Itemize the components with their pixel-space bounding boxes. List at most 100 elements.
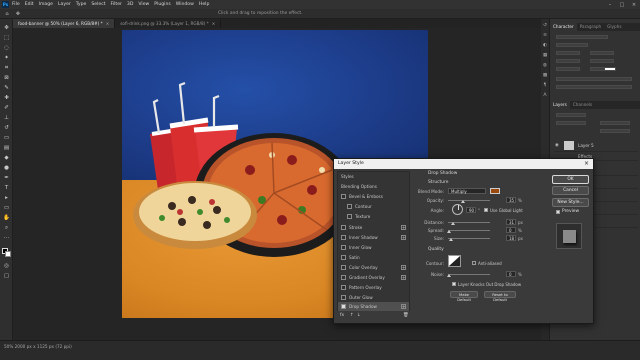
style-color-overlay[interactable]: Color Overlay + [338,263,409,272]
frame-tool-icon[interactable]: ⊠ [3,75,10,82]
tab-channels[interactable]: Channels [570,101,595,109]
healing-tool-icon[interactable]: ✚ [3,95,10,102]
shape-tool-icon[interactable]: ▭ [3,205,10,212]
history-icon[interactable]: ↺ [542,23,548,29]
checkbox[interactable] [341,225,346,230]
maximize-icon[interactable]: □ [616,0,628,9]
marquee-tool-icon[interactable]: ⬚ [3,35,10,42]
style-stroke[interactable]: Stroke + [338,223,409,232]
checkbox[interactable] [341,235,346,240]
close-icon[interactable]: × [212,21,216,26]
menu-image[interactable]: Image [39,2,53,7]
quick-mask-icon[interactable]: ◎ [3,263,10,270]
magic-wand-tool-icon[interactable]: ✦ [3,55,10,62]
pen-tool-icon[interactable]: ✒ [3,175,10,182]
eye-icon[interactable]: ◉ [555,143,559,148]
ok-button[interactable]: OK [552,175,589,184]
leading-field[interactable] [590,51,614,55]
libraries-icon[interactable]: ▦ [542,53,548,59]
style-texture[interactable]: Texture [338,212,409,221]
blending-options-item[interactable]: Blending Options [338,182,409,191]
layer-filter-field[interactable] [556,113,586,117]
angle-dial[interactable] [452,204,463,215]
spread-input[interactable]: 0 [506,227,516,233]
distance-slider-knob[interactable] [451,222,455,225]
home-icon[interactable]: ⌂ [3,11,11,17]
add-icon[interactable]: + [401,304,406,309]
add-icon[interactable]: + [401,265,406,270]
style-bevel-emboss[interactable]: Bevel & Emboss [338,192,409,201]
background-color-swatch[interactable] [5,251,11,257]
layer-row[interactable]: ◉ Layer 5 [554,139,638,152]
brush-tool-icon[interactable]: ✐ [3,105,10,112]
noise-slider-knob[interactable] [447,274,451,277]
opacity-slider[interactable] [448,200,490,201]
properties-icon[interactable]: ≡ [542,33,548,39]
tab-glyphs[interactable]: Glyphs [604,23,624,31]
character-icon[interactable]: A [542,93,548,99]
contour-preview[interactable] [448,255,461,267]
menu-view[interactable]: View [138,2,149,7]
menu-window[interactable]: Window [176,2,194,7]
menu-file[interactable]: File [12,2,20,7]
blend-mode-field[interactable] [556,121,586,125]
menu-type[interactable]: Type [76,2,87,7]
styles-header[interactable]: Styles [338,172,409,181]
close-icon[interactable]: × [106,21,110,26]
tracking-field[interactable] [590,59,614,63]
add-icon[interactable]: + [401,275,406,280]
text-color-swatch[interactable] [604,67,616,71]
move-tool-icon[interactable]: ✥ [3,25,10,32]
menu-edit[interactable]: Edit [25,2,34,7]
add-icon[interactable]: + [401,225,406,230]
new-style-button[interactable]: New Style... [552,198,589,207]
checkbox[interactable] [341,275,346,280]
gradient-tool-icon[interactable]: ▤ [3,145,10,152]
make-default-button[interactable]: Make Default [450,291,478,302]
minimize-icon[interactable]: – [604,0,616,9]
blend-mode-select[interactable]: Multiply [448,188,486,194]
menu-plugins[interactable]: Plugins [154,2,170,7]
checkbox[interactable] [341,194,346,199]
zoom-tool-icon[interactable]: ⌕ [3,225,10,232]
global-light-checkbox[interactable] [484,208,488,212]
style-drop-shadow[interactable]: Drop Shadow + [338,302,409,311]
checkbox[interactable] [341,255,346,260]
move-down-icon[interactable]: ↓ [357,313,361,318]
add-icon[interactable]: + [401,235,406,240]
reset-default-button[interactable]: Reset to Default [484,291,516,302]
spread-slider[interactable] [448,230,490,231]
type-style-buttons[interactable] [556,77,632,81]
screen-mode-icon[interactable]: ▢ [3,273,10,280]
style-outer-glow[interactable]: Outer Glow [338,293,409,302]
checkbox[interactable] [341,285,346,290]
menu-select[interactable]: Select [91,2,105,7]
style-gradient-overlay[interactable]: Gradient Overlay + [338,273,409,282]
fx-icon[interactable]: fx [340,313,344,318]
distance-input[interactable]: 31 [506,219,516,225]
tab-sofi-drink[interactable]: sofi-drink.png @ 33.3% (Layer 1, RGB/8) … [115,19,222,28]
noise-slider[interactable] [448,274,490,275]
checkbox[interactable] [341,295,346,300]
move-tool-icon[interactable]: ✥ [14,11,22,17]
font-style-field[interactable] [556,43,588,47]
kerning-field[interactable] [556,59,580,63]
dialog-title-bar[interactable]: Layer Style × [334,159,593,169]
checkbox[interactable] [347,204,352,209]
cancel-button[interactable]: Cancel [552,186,589,195]
checkbox[interactable] [341,265,346,270]
move-up-icon[interactable]: ↑ [350,313,354,318]
opacity-input[interactable]: 35 [506,197,516,203]
eyedropper-tool-icon[interactable]: ✎ [3,85,10,92]
angle-input[interactable]: 90 [466,207,476,213]
menu-help[interactable]: Help [199,2,209,7]
menu-filter[interactable]: Filter [111,2,122,7]
shadow-color-swatch[interactable] [490,188,500,194]
path-selection-tool-icon[interactable]: ▸ [3,195,10,202]
blur-tool-icon[interactable]: ◆ [3,155,10,162]
style-satin[interactable]: Satin [338,253,409,262]
noise-input[interactable]: 0 [506,271,516,277]
style-inner-glow[interactable]: Inner Glow [338,243,409,252]
tab-layers[interactable]: Layers [550,101,570,109]
more-tools-icon[interactable]: ⋯ [3,235,10,242]
